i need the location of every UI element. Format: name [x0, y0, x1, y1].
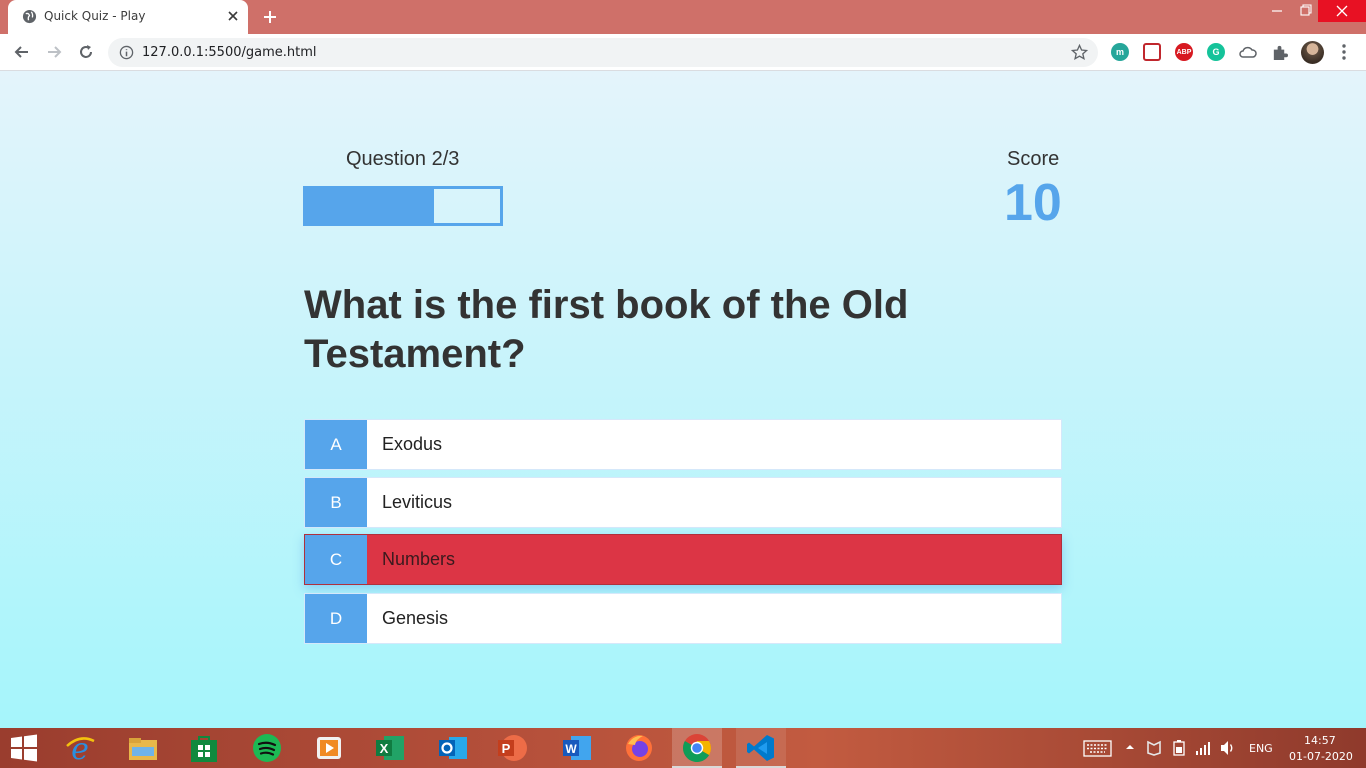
url-text: 127.0.0.1:5500/game.html [142, 45, 317, 60]
choice-prefix: A [305, 420, 367, 469]
svg-text:W: W [565, 742, 577, 756]
question-counter: Question 2/3 [346, 148, 460, 170]
start-icon[interactable] [9, 734, 39, 762]
bookmark-star-icon[interactable] [1071, 44, 1088, 61]
browser-tab[interactable]: Quick Quiz - Play [8, 0, 248, 34]
windows-taskbar: e X P W ENG 14:57 01-07-2020 [0, 728, 1366, 768]
choice-container-a[interactable]: A Exodus [304, 419, 1062, 470]
powerpoint-icon[interactable]: P [496, 732, 528, 764]
progress-bar [303, 186, 503, 226]
language-indicator[interactable]: ENG [1249, 742, 1273, 755]
svg-text:P: P [502, 741, 511, 756]
choice-prefix: C [305, 535, 367, 584]
choice-prefix: B [305, 478, 367, 527]
choice-text[interactable]: Exodus [367, 420, 442, 469]
restore-icon[interactable] [1290, 0, 1320, 22]
adblock-plus-icon[interactable]: ABP [1175, 43, 1193, 61]
choice-text[interactable]: Leviticus [367, 478, 452, 527]
grammarly-icon[interactable]: G [1207, 43, 1225, 61]
pocket-icon[interactable] [1143, 43, 1161, 61]
back-icon[interactable] [12, 42, 32, 62]
m-extension-icon[interactable]: m [1111, 43, 1129, 61]
close-tab-icon[interactable] [226, 9, 240, 23]
extensions-puzzle-icon[interactable] [1271, 44, 1288, 61]
browser-toolbar: 127.0.0.1:5500/game.html m ABP G [0, 34, 1366, 71]
mcafee-icon[interactable] [1146, 740, 1162, 756]
choice-prefix: D [305, 594, 367, 643]
progress-bar-fill [306, 189, 435, 223]
excel-icon[interactable]: X [374, 732, 406, 764]
internet-explorer-icon[interactable]: e [64, 732, 96, 764]
firefox-icon[interactable] [623, 732, 655, 764]
svg-text:e: e [71, 732, 89, 764]
info-icon[interactable] [119, 45, 134, 60]
forward-icon[interactable] [44, 42, 64, 62]
chevron-up-icon[interactable] [1125, 742, 1135, 752]
quiz-page: Question 2/3 Score 10 What is the first … [0, 71, 1366, 728]
tab-title: Quick Quiz - Play [44, 9, 146, 23]
choice-container-b[interactable]: B Leviticus [304, 477, 1062, 528]
browser-tab-strip: Quick Quiz - Play [0, 0, 1366, 34]
address-bar[interactable]: 127.0.0.1:5500/game.html [108, 38, 1098, 67]
choice-container-d[interactable]: D Genesis [304, 593, 1062, 644]
score-label: Score [1007, 148, 1060, 170]
score-value: 10 [1004, 174, 1062, 232]
volume-icon[interactable] [1219, 739, 1237, 757]
battery-icon[interactable] [1170, 739, 1188, 757]
network-signal-icon[interactable] [1194, 739, 1212, 757]
window-close-icon[interactable] [1318, 0, 1366, 22]
clock-time[interactable]: 14:57 [1304, 734, 1336, 747]
media-player-icon[interactable] [313, 732, 345, 764]
minimize-icon[interactable] [1262, 0, 1292, 22]
menu-dots-icon[interactable] [1336, 43, 1352, 61]
spotify-icon[interactable] [251, 732, 283, 764]
question-text: What is the first book of the Old Testam… [304, 283, 909, 376]
clock-date[interactable]: 01-07-2020 [1289, 750, 1353, 763]
store-icon[interactable] [188, 732, 220, 764]
cloud-extension-icon[interactable] [1238, 44, 1258, 60]
file-explorer-icon[interactable] [127, 732, 159, 764]
keyboard-icon[interactable] [1083, 740, 1112, 757]
profile-avatar[interactable] [1301, 41, 1324, 64]
word-icon[interactable]: W [561, 732, 593, 764]
choice-container-c[interactable]: C Numbers [304, 534, 1062, 585]
reload-icon[interactable] [76, 42, 96, 62]
svg-text:X: X [380, 741, 389, 756]
vscode-icon[interactable] [745, 732, 777, 764]
outlook-icon[interactable] [437, 732, 469, 764]
choice-text[interactable]: Genesis [367, 594, 448, 643]
new-tab-icon[interactable] [261, 8, 279, 26]
globe-icon [22, 9, 37, 24]
chrome-icon[interactable] [681, 732, 713, 764]
choice-text[interactable]: Numbers [367, 535, 455, 584]
